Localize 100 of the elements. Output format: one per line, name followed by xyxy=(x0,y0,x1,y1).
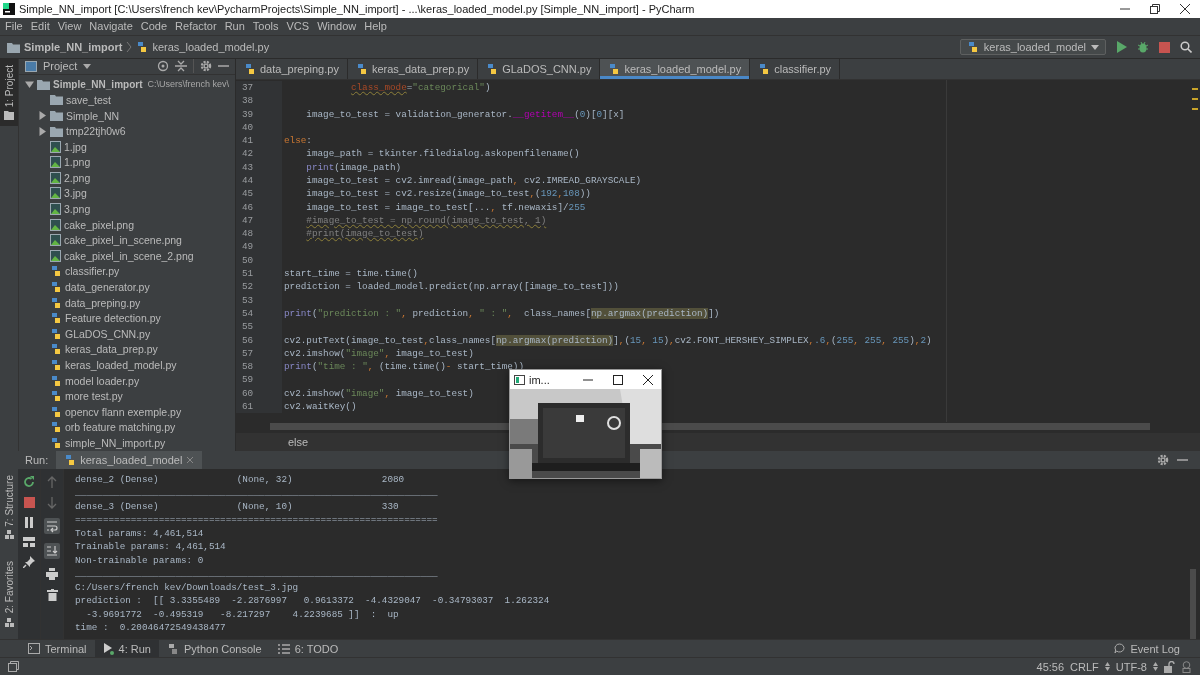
code-line: image_to_test = validation_generator.__getitem__(0)[0][x] xyxy=(305,108,625,120)
settings-icon[interactable] xyxy=(200,60,212,73)
error-stripe-mark[interactable] xyxy=(1192,87,1198,90)
print-icon[interactable] xyxy=(46,567,58,580)
expanded-arrow-icon[interactable] xyxy=(25,79,34,89)
menu-item[interactable]: View xyxy=(57,20,82,33)
menu-item[interactable]: File xyxy=(5,20,23,33)
trash-icon[interactable] xyxy=(46,588,58,601)
tree-item[interactable]: 3.jpg xyxy=(64,187,87,200)
caret-position[interactable]: 45:56 xyxy=(1036,660,1065,673)
code-line: else: xyxy=(283,135,312,147)
console-line: C:/Users/french kev/Downloads/test_3.jpg xyxy=(75,580,300,595)
close-icon[interactable] xyxy=(1180,3,1190,14)
menu-item[interactable]: Window xyxy=(317,20,357,33)
target-icon[interactable] xyxy=(157,60,169,73)
line-number: 46 xyxy=(236,200,282,214)
folder-icon xyxy=(50,94,63,106)
maximize-icon[interactable] xyxy=(613,374,623,385)
tree-item[interactable]: opencv flann exemple.py xyxy=(65,405,182,418)
search-icon[interactable] xyxy=(1180,41,1192,53)
tool-window-tab[interactable]: 4: Run xyxy=(94,639,159,658)
up-down-icon xyxy=(1104,662,1110,672)
tree-item[interactable]: classifier.py xyxy=(65,265,120,278)
tree-item[interactable]: Simple_NN_import xyxy=(53,78,143,90)
code-line: #image_to_test = np.round(image_to_test, 1) xyxy=(305,214,547,226)
tree-item[interactable]: cake_pixel.png xyxy=(64,218,135,231)
tree-item[interactable]: 1.jpg xyxy=(64,140,87,153)
project-path: C:\Users\french kev\ xyxy=(147,79,229,90)
tree-item[interactable]: tmp22tjh0w6 xyxy=(66,125,126,138)
python-file-icon xyxy=(50,312,62,325)
tool-window-tab[interactable]: 7: Structure xyxy=(0,468,18,546)
image-file-icon xyxy=(50,218,61,231)
rerun-icon[interactable] xyxy=(23,475,35,488)
code-breadcrumb[interactable]: else xyxy=(288,435,309,448)
pin-icon[interactable] xyxy=(23,555,35,568)
tree-item[interactable]: save_test xyxy=(66,93,111,106)
event-log-button[interactable]: Event Log xyxy=(1106,639,1188,658)
bug-icon[interactable] xyxy=(1137,41,1149,53)
menu-item[interactable]: Navigate xyxy=(89,20,133,33)
tree-item[interactable]: keras_loaded_model.py xyxy=(65,359,177,371)
breadcrumb-item[interactable]: Simple_NN_import xyxy=(24,41,123,53)
restore-icon[interactable] xyxy=(1150,3,1160,14)
menu-item[interactable]: Run xyxy=(224,20,245,33)
caret-icon[interactable] xyxy=(83,63,92,69)
lock-icon[interactable] xyxy=(1164,660,1175,673)
tool-window-tab[interactable]: Python Console xyxy=(159,639,270,658)
tree-item[interactable]: Feature detection.py xyxy=(65,312,161,325)
editor-tab[interactable]: classifier.py xyxy=(750,58,841,79)
pause-icon[interactable] xyxy=(24,516,34,528)
toggle-tool-windows-icon[interactable] xyxy=(8,661,19,673)
layout-icon[interactable] xyxy=(23,536,35,547)
stop-icon[interactable] xyxy=(1159,41,1170,53)
encoding-selector[interactable]: UTF-8 xyxy=(1115,660,1147,673)
menu-item[interactable]: VCS xyxy=(286,20,310,33)
error-stripe-mark[interactable] xyxy=(1192,107,1198,110)
tree-item[interactable]: more test.py xyxy=(65,390,123,403)
stop-icon[interactable] xyxy=(23,496,35,508)
tree-item[interactable]: orb feature matching.py xyxy=(65,421,176,434)
tool-window-tab[interactable]: Terminal xyxy=(20,639,95,658)
image-file-icon xyxy=(50,203,61,216)
scrollbar-thumb[interactable] xyxy=(1190,568,1196,639)
tool-window-tab[interactable]: 6: TODO xyxy=(269,639,347,658)
close-icon[interactable] xyxy=(643,374,653,385)
tree-item[interactable]: data_generator.py xyxy=(65,281,150,294)
line-separator-selector[interactable]: CRLF xyxy=(1070,660,1099,673)
error-stripe-mark[interactable] xyxy=(1192,97,1198,100)
collapsed-arrow-icon[interactable] xyxy=(38,111,47,120)
menu-item[interactable]: Edit xyxy=(30,20,50,33)
menu-item[interactable]: Help xyxy=(364,20,387,33)
editor-tab[interactable]: keras_data_prep.py xyxy=(347,58,479,79)
tree-item[interactable]: simple_NN_import.py xyxy=(65,437,166,449)
tree-item[interactable]: model loader.py xyxy=(65,374,140,387)
tree-item[interactable]: cake_pixel_in_scene.png xyxy=(64,234,182,247)
tree-item[interactable]: GLaDOS_CNN.py xyxy=(65,327,151,340)
inspector-icon[interactable] xyxy=(1181,660,1192,673)
tool-window-tab[interactable]: 2: Favorites xyxy=(0,555,18,633)
tree-item[interactable]: 1.png xyxy=(64,156,91,169)
tree-item[interactable]: 2.png xyxy=(64,171,91,184)
tree-item[interactable]: keras_data_prep.py xyxy=(65,343,158,356)
soft-wrap-icon[interactable] xyxy=(44,517,60,534)
menu-item[interactable]: Refactor xyxy=(175,20,217,33)
panel-title[interactable]: Project xyxy=(43,60,78,73)
tree-item[interactable]: data_preping.py xyxy=(65,296,141,309)
tool-window-tab[interactable]: 1: Project xyxy=(0,58,18,127)
tree-item[interactable]: Simple_NN xyxy=(66,109,120,122)
menu-item[interactable]: Code xyxy=(140,20,168,33)
run-config-dropdown[interactable]: keras_loaded_model xyxy=(959,39,1106,55)
breadcrumb-item[interactable]: keras_loaded_model.py xyxy=(152,41,270,53)
collapsed-arrow-icon[interactable] xyxy=(38,126,47,136)
tree-item[interactable]: 3.png xyxy=(64,203,91,216)
editor-tab[interactable]: data_preping.py xyxy=(236,58,348,79)
run-icon[interactable] xyxy=(1116,41,1127,53)
menu-item[interactable]: Tools xyxy=(252,20,279,33)
console-line: prediction : [[ 3.3355489 -2.2876997 0.9613372 -4.4329047 -0.34793037 1.262324 xyxy=(75,594,551,608)
code-line: cv2.waitKey() xyxy=(283,401,357,413)
collapse-icon[interactable] xyxy=(175,60,187,73)
settings-icon[interactable] xyxy=(1157,453,1169,466)
scroll-to-end-icon[interactable] xyxy=(44,542,60,559)
editor-tab[interactable]: keras_loaded_model.py xyxy=(600,58,751,79)
tree-item[interactable]: cake_pixel_in_scene_2.png xyxy=(64,249,194,262)
